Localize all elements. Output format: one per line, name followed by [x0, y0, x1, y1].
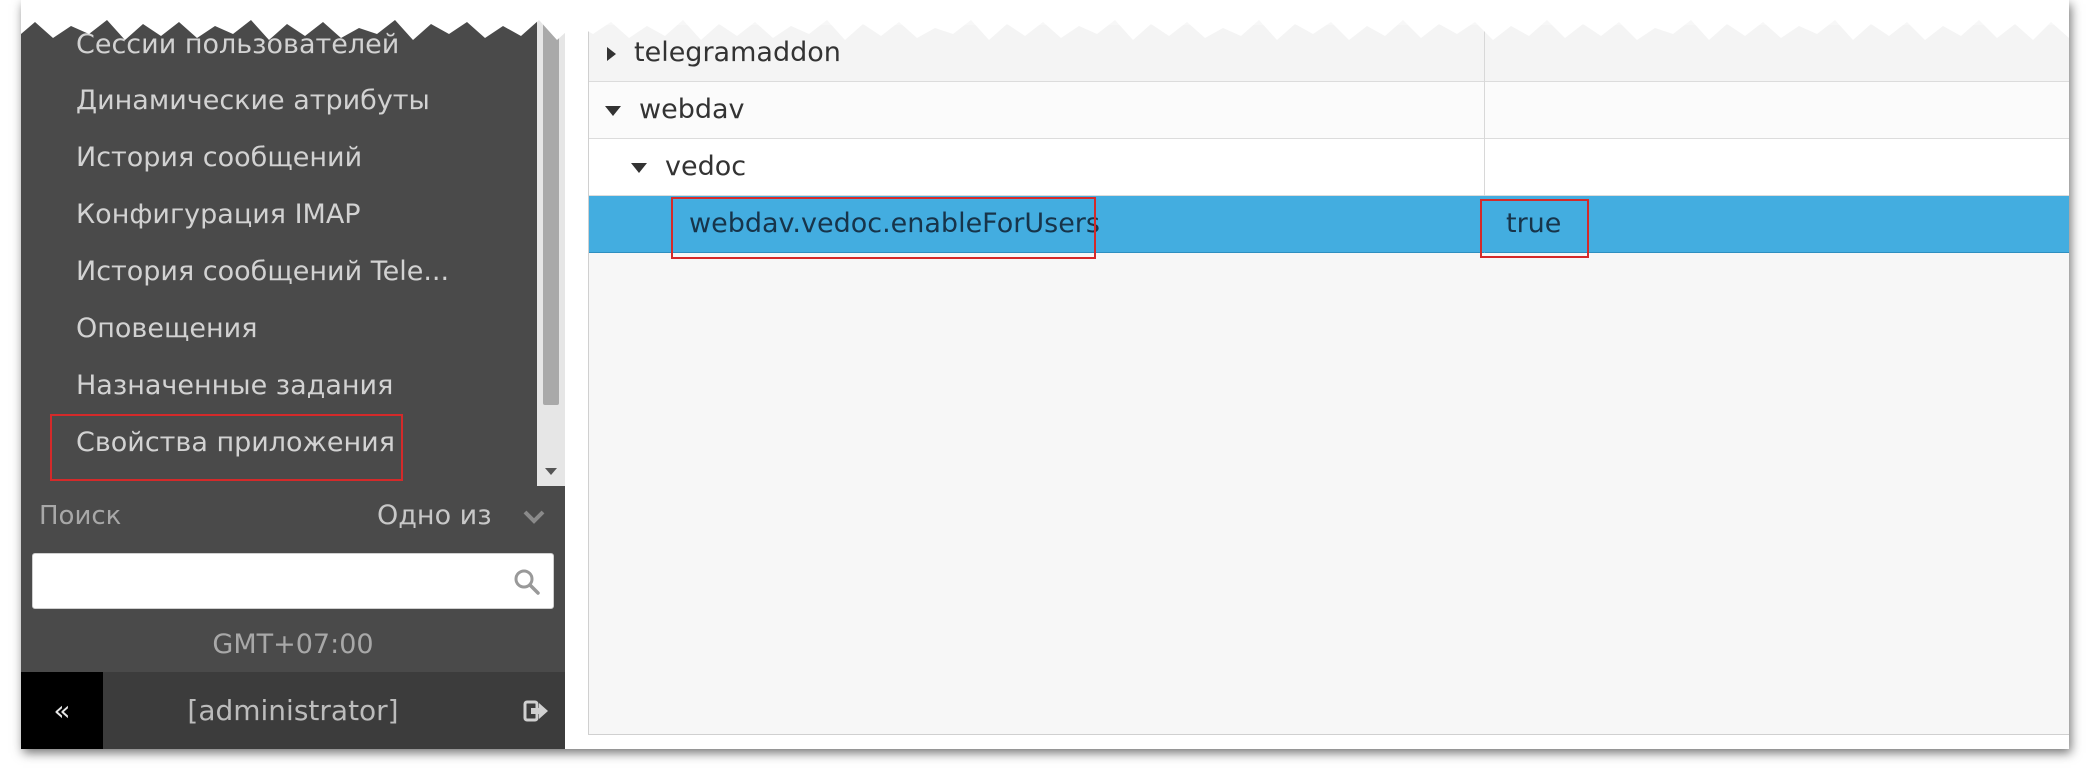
collapse-arrow-icon[interactable]: [631, 162, 647, 173]
tree-cell-value: [1486, 82, 2069, 139]
scrollbar-thumb[interactable]: [543, 0, 559, 405]
search-filter-row: Поиск Одно из: [21, 492, 565, 540]
chevron-down-icon[interactable]: [523, 506, 545, 528]
annotation-box-app-properties: [50, 414, 403, 481]
sidebar-menu: Сессии пользователей Динамические атрибу…: [21, 0, 537, 486]
sidebar-item-dynamic-attributes[interactable]: Динамические атрибуты: [76, 76, 430, 126]
search-input[interactable]: [32, 553, 554, 609]
torn-edge-decoration: [21, 0, 2069, 40]
tree-node-label: webdav: [639, 94, 745, 125]
scroll-down-arrow-icon[interactable]: [545, 468, 557, 475]
sidebar-item-notifications[interactable]: Оповещения: [76, 304, 257, 354]
collapse-sidebar-button[interactable]: «: [21, 672, 103, 749]
main-panel: telegramaddon webdav vedoc webdav.vedoc.…: [565, 0, 2069, 749]
current-user: [administrator]: [187, 694, 399, 727]
annotation-box-property-value: [1480, 199, 1589, 258]
tree-row-vedoc[interactable]: vedoc: [589, 139, 2069, 196]
user-bar: « [administrator]: [21, 672, 565, 749]
logout-icon[interactable]: [523, 698, 549, 724]
search-icon[interactable]: [513, 568, 541, 596]
annotation-box-property-name: [671, 197, 1096, 259]
sidebar: Сессии пользователей Динамические атрибу…: [21, 0, 565, 749]
app-window: Сессии пользователей Динамические атрибу…: [21, 0, 2069, 749]
tree-node-label: vedoc: [665, 151, 747, 182]
collapse-arrow-icon[interactable]: [605, 105, 621, 116]
properties-tree-table: telegramaddon webdav vedoc webdav.vedoc.…: [588, 0, 2069, 735]
search-label: Поиск: [39, 501, 122, 531]
filter-mode-select[interactable]: Одно из: [377, 492, 492, 540]
sidebar-scrollbar[interactable]: [537, 0, 565, 486]
tree-row-webdav[interactable]: webdav: [589, 82, 2069, 139]
timezone-label: GMT+07:00: [212, 629, 374, 660]
tree-cell-name: webdav: [589, 82, 1485, 139]
sidebar-item-telegram-history[interactable]: История сообщений Tele...: [76, 247, 449, 297]
tree-cell-name: vedoc: [589, 139, 1485, 196]
tree-cell-value: [1486, 139, 2069, 196]
sidebar-item-imap-config[interactable]: Конфигурация IMAP: [76, 190, 361, 240]
sidebar-item-message-history[interactable]: История сообщений: [76, 133, 362, 183]
sidebar-item-scheduled-tasks[interactable]: Назначенные задания: [76, 361, 393, 411]
